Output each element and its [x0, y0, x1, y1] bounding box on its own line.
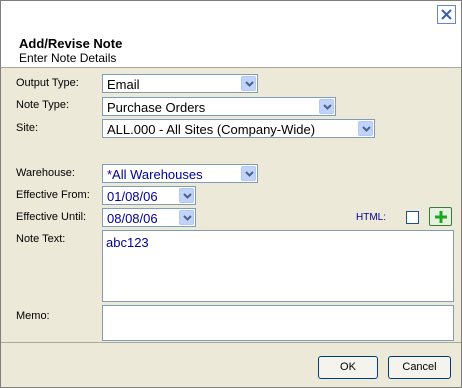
output-type-label: Output Type:	[16, 77, 79, 89]
dialog-subtitle: Enter Note Details	[19, 51, 117, 65]
add-revise-note-dialog: Add/Revise Note Enter Note Details Outpu…	[0, 0, 462, 388]
title-bar	[1, 1, 461, 30]
memo-area[interactable]	[102, 305, 454, 341]
effective-from-label: Effective From:	[16, 189, 90, 201]
output-type-value: Email	[107, 77, 140, 92]
effective-until-select[interactable]: 08/08/06	[102, 208, 196, 227]
note-type-value: Purchase Orders	[107, 100, 206, 115]
site-select[interactable]: ALL.000 - All Sites (Company-Wide)	[102, 119, 375, 138]
html-checkbox[interactable]	[406, 211, 419, 224]
plus-icon	[435, 211, 447, 223]
warehouse-label: Warehouse:	[16, 167, 75, 179]
close-icon	[441, 9, 452, 20]
chevron-down-icon[interactable]	[358, 121, 373, 136]
effective-from-select[interactable]: 01/08/06	[102, 186, 196, 205]
note-text-area[interactable]: abc123	[102, 230, 454, 302]
chevron-down-icon[interactable]	[241, 76, 256, 91]
close-button[interactable]	[437, 5, 456, 24]
effective-from-value: 01/08/06	[107, 189, 158, 204]
effective-until-value: 08/08/06	[107, 211, 158, 226]
chevron-down-icon[interactable]	[179, 188, 194, 203]
chevron-down-icon[interactable]	[241, 166, 256, 181]
site-label: Site:	[16, 122, 39, 134]
memo-label: Memo:	[16, 310, 50, 322]
chevron-down-icon[interactable]	[179, 210, 194, 225]
warehouse-value: *All Warehouses	[107, 167, 203, 182]
note-text-label: Note Text:	[16, 233, 66, 245]
note-type-select[interactable]: Purchase Orders	[102, 97, 336, 116]
footer-divider	[1, 342, 461, 343]
dialog-title: Add/Revise Note	[19, 36, 123, 51]
note-type-label: Note Type:	[16, 99, 69, 111]
warehouse-select[interactable]: *All Warehouses	[102, 164, 258, 183]
effective-until-label: Effective Until:	[16, 211, 87, 223]
chevron-down-icon[interactable]	[319, 99, 334, 114]
site-value: ALL.000 - All Sites (Company-Wide)	[107, 122, 316, 137]
html-label: HTML:	[356, 212, 386, 223]
dialog-header: Add/Revise Note Enter Note Details	[1, 30, 461, 68]
ok-button[interactable]: OK	[318, 356, 378, 379]
note-text-value: abc123	[106, 235, 149, 250]
output-type-select[interactable]: Email	[102, 74, 258, 93]
cancel-button[interactable]: Cancel	[388, 356, 451, 379]
add-button[interactable]	[429, 207, 452, 226]
